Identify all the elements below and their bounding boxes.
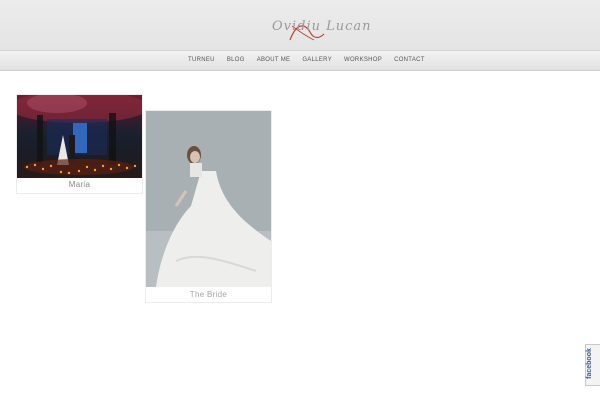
- facebook-label: facebook: [585, 348, 593, 379]
- nav-item-turneu[interactable]: TURNEU: [188, 51, 220, 70]
- nav-item-blog[interactable]: BLOG: [222, 51, 250, 70]
- gallery-card-title[interactable]: Maria: [17, 180, 142, 189]
- photo-maria-image: [17, 95, 142, 175]
- nav-item-about-me[interactable]: ABOUT ME: [252, 51, 296, 70]
- photo-bride-image: [146, 111, 271, 287]
- logo-text: Ovidiu Lucan: [272, 19, 372, 34]
- nav-item-contact[interactable]: CONTACT: [389, 51, 430, 70]
- gallery-photo[interactable]: [146, 111, 271, 287]
- gallery-photo[interactable]: [17, 95, 142, 178]
- nav-item-workshop[interactable]: WORKSHOP: [339, 51, 387, 70]
- gallery-card-maria[interactable]: Maria: [17, 95, 142, 193]
- nav-items: TURNEU BLOG ABOUT ME GALLERY WORKSHOP CO…: [188, 51, 430, 70]
- main-nav: TURNEU BLOG ABOUT ME GALLERY WORKSHOP CO…: [0, 50, 600, 71]
- nav-item-gallery[interactable]: GALLERY: [297, 51, 337, 70]
- facebook-tab[interactable]: facebook: [585, 344, 600, 386]
- gallery-card-title[interactable]: The Bride: [146, 290, 271, 299]
- gallery-card-the-bride[interactable]: The Bride: [146, 111, 271, 302]
- site-header: Ovidiu Lucan: [0, 0, 600, 50]
